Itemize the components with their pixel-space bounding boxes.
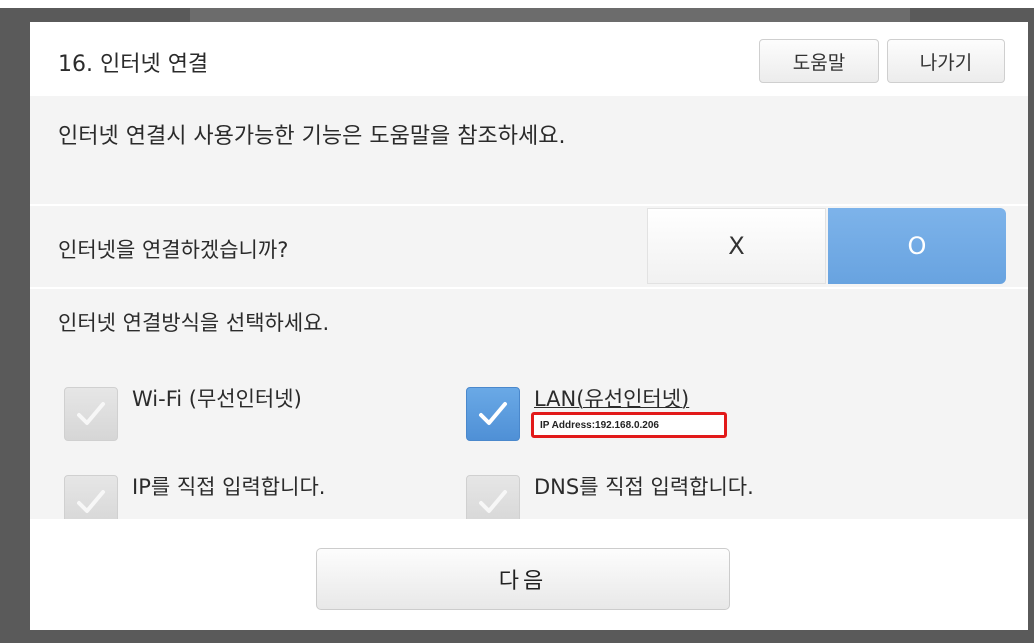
connection-method-section: 인터넷 연결방식을 선택하세요. Wi-Fi (무선인터넷) LAN(유선인터넷…: [30, 289, 1028, 529]
connection-method-title: 인터넷 연결방식을 선택하세요.: [58, 311, 330, 335]
connect-yes-button[interactable]: O: [828, 208, 1006, 284]
ip-address-text: IP Address:192.168.0.206: [540, 419, 659, 431]
manual-dns-option-label: DNS를 직접 입력합니다.: [534, 475, 754, 499]
wifi-checkbox[interactable]: [64, 387, 118, 441]
check-icon: [77, 402, 105, 425]
connect-question-section: 인터넷을 연결하겠습니까? X O: [30, 206, 1028, 287]
exit-button[interactable]: 나가기: [887, 39, 1005, 83]
lan-checkbox[interactable]: [466, 387, 520, 441]
internet-connection-dialog: 16. 인터넷 연결 도움말 나가기 인터넷 연결시 사용가능한 기능은 도움말…: [30, 22, 1028, 630]
manual-ip-option-label: IP를 직접 입력합니다.: [132, 475, 326, 499]
check-icon: [479, 490, 507, 513]
notice-section: 인터넷 연결시 사용가능한 기능은 도움말을 참조하세요.: [30, 96, 1028, 204]
backdrop-top-edge: [0, 0, 1034, 8]
check-icon: [77, 490, 105, 513]
connect-question: 인터넷을 연결하겠습니까?: [58, 238, 289, 262]
wifi-option-label: Wi-Fi (무선인터넷): [132, 387, 302, 411]
backdrop-strip: [190, 8, 910, 22]
lan-option-label: LAN(유선인터넷): [534, 387, 690, 411]
dialog-footer: 다음: [30, 519, 1028, 630]
connect-no-button[interactable]: X: [647, 208, 826, 284]
check-icon: [479, 402, 507, 425]
next-button[interactable]: 다음: [316, 548, 730, 610]
dialog-header: 16. 인터넷 연결 도움말 나가기: [30, 22, 1028, 96]
help-button[interactable]: 도움말: [759, 39, 879, 83]
ip-address-highlight: IP Address:192.168.0.206: [531, 412, 727, 438]
dialog-title: 16. 인터넷 연결: [58, 52, 209, 77]
notice-text: 인터넷 연결시 사용가능한 기능은 도움말을 참조하세요.: [58, 124, 566, 149]
